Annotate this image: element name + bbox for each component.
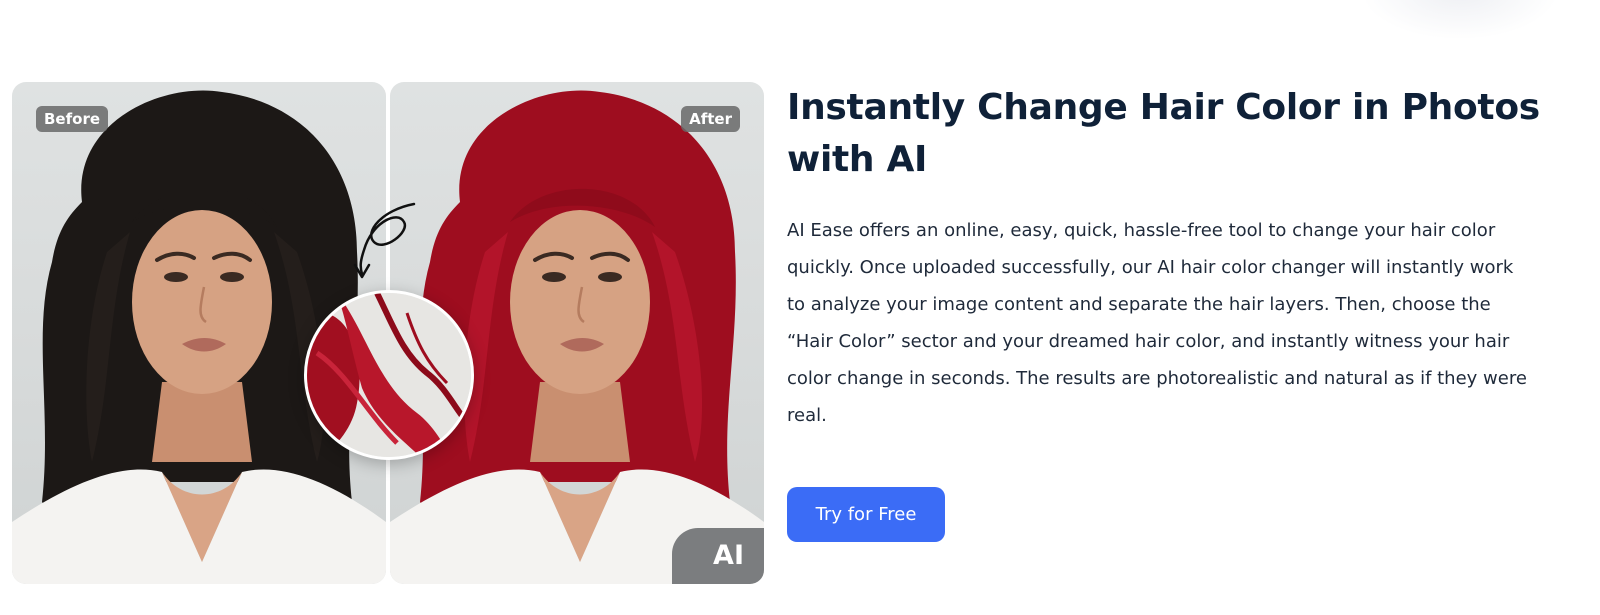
feature-content: Instantly Change Hair Color in Photos wi… [787, 82, 1577, 434]
section-title: Instantly Change Hair Color in Photos wi… [787, 87, 1540, 180]
hair-zoom-detail [304, 290, 474, 460]
section-description: AI Ease offers an online, easy, quick, h… [787, 220, 1527, 426]
decorative-glow [1360, 0, 1560, 40]
try-for-free-button[interactable]: Try for Free [787, 487, 945, 542]
before-after-comparison: Before After AI [12, 82, 764, 584]
hair-detail-image [307, 293, 471, 457]
